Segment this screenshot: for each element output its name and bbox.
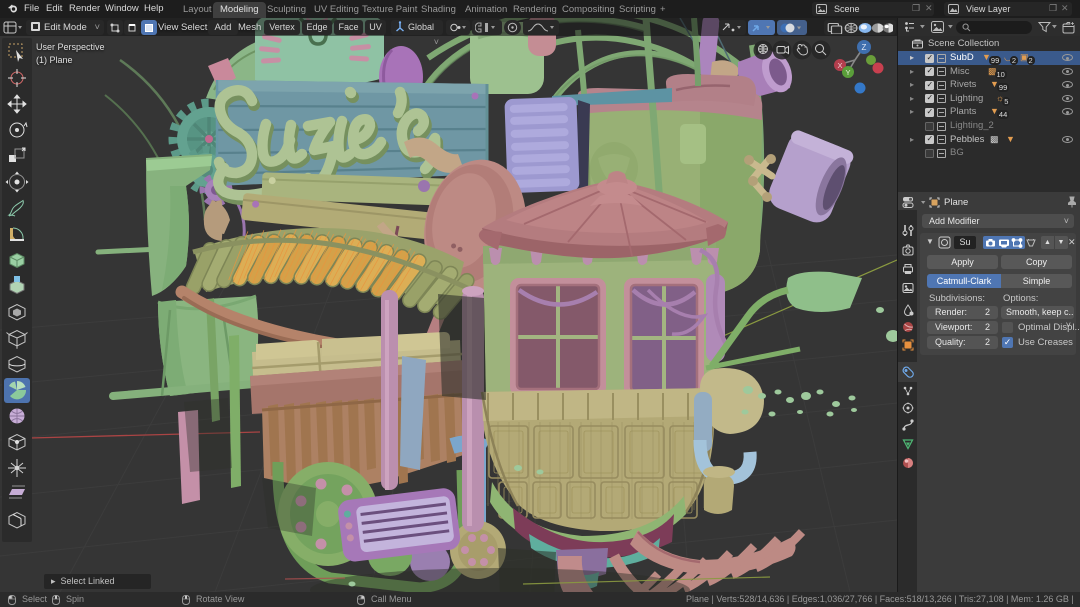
svg-text:X: X <box>837 61 842 70</box>
svg-text:Y: Y <box>845 68 850 77</box>
svg-text:Z: Z <box>862 43 867 52</box>
